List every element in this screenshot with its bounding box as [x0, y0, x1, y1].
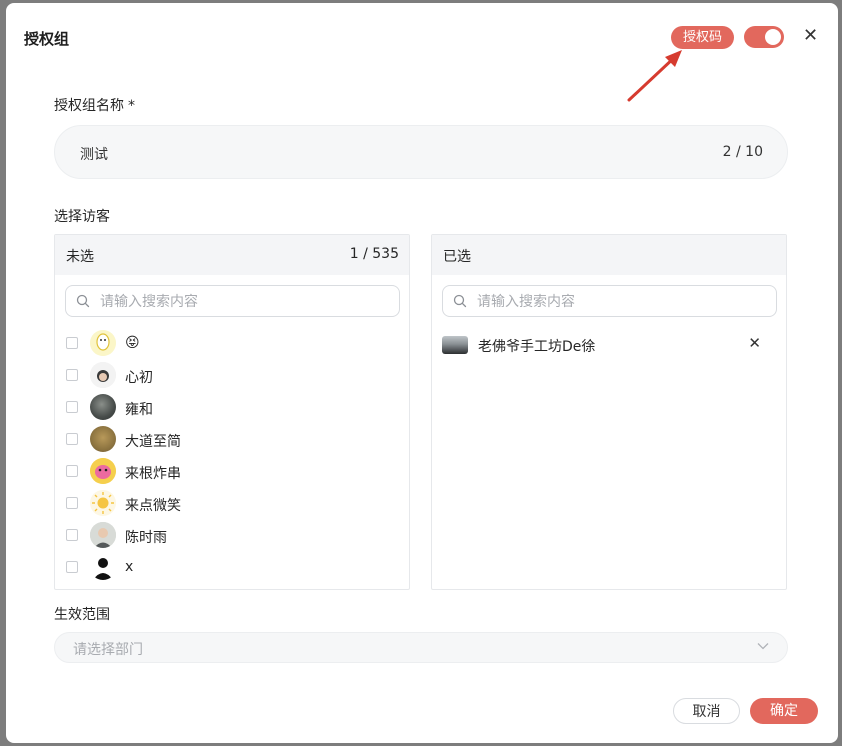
avatar	[90, 394, 116, 420]
department-select-placeholder: 请选择部门	[73, 642, 143, 658]
selected-visitor-name: 老佛爷手工坊De徐	[478, 339, 596, 355]
list-item[interactable]: 大道至简	[55, 424, 409, 456]
avatar	[90, 490, 116, 516]
visitor-name: 来根炸串	[125, 466, 181, 482]
annotation-arrow-icon	[627, 50, 682, 102]
avatar	[90, 330, 116, 356]
department-select[interactable]: 请选择部门	[54, 632, 788, 663]
scope-label: 生效范围	[54, 607, 110, 623]
unselected-panel-header: 未选 1 / 535	[55, 235, 409, 275]
checkbox[interactable]	[66, 561, 78, 573]
selected-panel-header: 已选	[432, 235, 786, 275]
auth-code-badge[interactable]: 授权码	[671, 26, 734, 49]
list-item[interactable]: 陈时雨	[55, 520, 409, 552]
checkbox[interactable]	[66, 433, 78, 445]
avatar	[90, 522, 116, 548]
visitor-name: 心初	[125, 370, 153, 386]
checkbox[interactable]	[66, 497, 78, 509]
list-item[interactable]: 来点微笑	[55, 488, 409, 520]
list-item[interactable]: 😝	[55, 328, 409, 360]
visitor-name: 陈时雨	[125, 530, 167, 546]
checkbox[interactable]	[66, 465, 78, 477]
search-icon	[453, 294, 467, 308]
unselected-counter: 1 / 535	[349, 246, 399, 262]
avatar	[90, 362, 116, 388]
group-name-label: 授权组名称 *	[54, 95, 135, 115]
group-name-input[interactable]: 测试 2 / 10	[54, 125, 788, 179]
list-item[interactable]: 来根炸串	[55, 456, 409, 488]
unselected-search-input[interactable]	[98, 290, 392, 314]
group-name-value: 测试	[80, 147, 108, 163]
auth-group-dialog: 授权组 授权码 ✕ 授权组名称 * 测试 2 / 10 选择访客 未选 1 / 5…	[6, 3, 838, 743]
visitor-name: x	[125, 559, 134, 575]
auth-code-toggle[interactable]	[744, 26, 784, 48]
selected-item: 老佛爷手工坊De徐 ✕	[432, 328, 786, 360]
list-item[interactable]: 心初	[55, 360, 409, 392]
checkbox[interactable]	[66, 369, 78, 381]
avatar	[90, 458, 116, 484]
unselected-panel: 未选 1 / 535 😝 心初 雍和	[54, 234, 410, 590]
avatar	[90, 426, 116, 452]
checkbox[interactable]	[66, 529, 78, 541]
checkbox[interactable]	[66, 337, 78, 349]
selected-search-input[interactable]	[475, 290, 769, 314]
chevron-down-icon	[757, 643, 769, 650]
visitor-name: 大道至简	[125, 434, 181, 450]
cancel-button[interactable]: 取消	[673, 698, 740, 724]
list-item[interactable]: 雍和	[55, 392, 409, 424]
avatar	[442, 336, 468, 354]
visitors-label: 选择访客	[54, 209, 110, 225]
unselected-search[interactable]	[65, 285, 400, 317]
group-name-counter: 2 / 10	[722, 144, 763, 160]
close-icon[interactable]: ✕	[803, 25, 818, 47]
selected-title: 已选	[443, 249, 471, 265]
visitor-name: 😝	[125, 335, 140, 351]
search-icon	[76, 294, 90, 308]
unselected-title: 未选	[66, 249, 94, 265]
group-name-label-text: 授权组名称	[54, 98, 124, 114]
visitor-name: 来点微笑	[125, 498, 181, 514]
required-mark: *	[128, 98, 135, 114]
avatar	[90, 554, 116, 580]
checkbox[interactable]	[66, 401, 78, 413]
confirm-button[interactable]: 确定	[750, 698, 818, 724]
visitor-name: 雍和	[125, 402, 153, 418]
selected-search[interactable]	[442, 285, 777, 317]
toggle-knob	[765, 29, 781, 45]
remove-icon[interactable]: ✕	[748, 334, 761, 352]
list-item[interactable]: x	[55, 552, 409, 584]
dialog-title: 授权组	[24, 30, 70, 48]
selected-panel: 已选 老佛爷手工坊De徐 ✕	[431, 234, 787, 590]
